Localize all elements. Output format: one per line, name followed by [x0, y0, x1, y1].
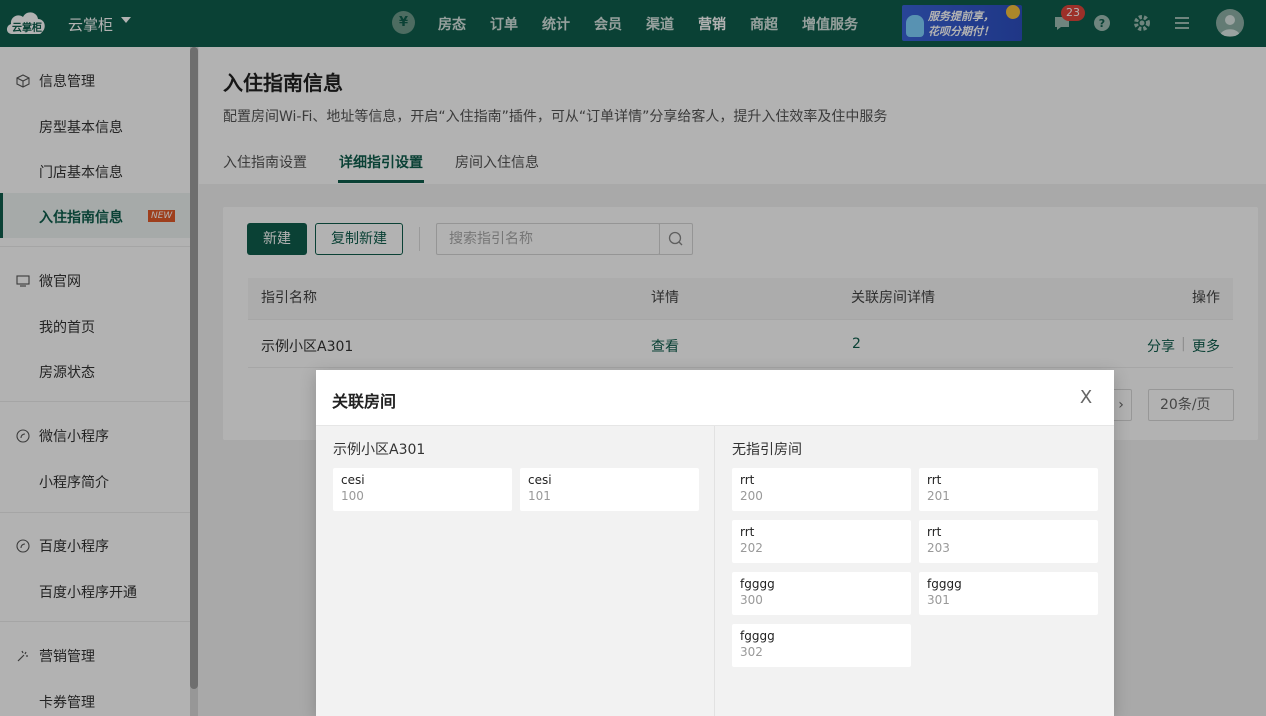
room-number: 200: [740, 489, 763, 503]
room-card[interactable]: fgggg 301: [919, 572, 1098, 615]
room-number: 100: [341, 489, 364, 503]
unlinked-pane-title: 无指引房间: [732, 442, 802, 458]
room-card[interactable]: rrt 203: [919, 520, 1098, 563]
close-icon[interactable]: X: [1078, 388, 1094, 408]
room-card[interactable]: cesi 101: [520, 468, 699, 511]
room-number: 300: [740, 593, 763, 607]
room-card[interactable]: fgggg 300: [732, 572, 911, 615]
room-type-name: rrt: [927, 473, 942, 487]
modal-title: 关联房间: [332, 392, 397, 411]
room-number: 101: [528, 489, 551, 503]
room-number: 201: [927, 489, 950, 503]
room-number: 302: [740, 645, 763, 659]
room-number: 202: [740, 541, 763, 555]
linked-rooms-modal: 关联房间 X 示例小区A301 cesi 100 cesi 101 无指引房间 …: [316, 370, 1114, 716]
room-type-name: cesi: [341, 473, 365, 487]
room-number: 203: [927, 541, 950, 555]
room-card[interactable]: fgggg 302: [732, 624, 911, 667]
room-card[interactable]: cesi 100: [333, 468, 512, 511]
room-type-name: fgggg: [927, 577, 962, 591]
room-number: 301: [927, 593, 950, 607]
room-type-name: rrt: [740, 525, 755, 539]
room-type-name: rrt: [927, 525, 942, 539]
room-type-name: fgggg: [740, 629, 775, 643]
room-type-name: rrt: [740, 473, 755, 487]
pane-divider: [714, 426, 715, 716]
room-type-name: cesi: [528, 473, 552, 487]
room-type-name: fgggg: [740, 577, 775, 591]
room-card[interactable]: rrt 201: [919, 468, 1098, 511]
linked-pane-title: 示例小区A301: [333, 442, 426, 458]
room-card[interactable]: rrt 202: [732, 520, 911, 563]
room-card[interactable]: rrt 200: [732, 468, 911, 511]
